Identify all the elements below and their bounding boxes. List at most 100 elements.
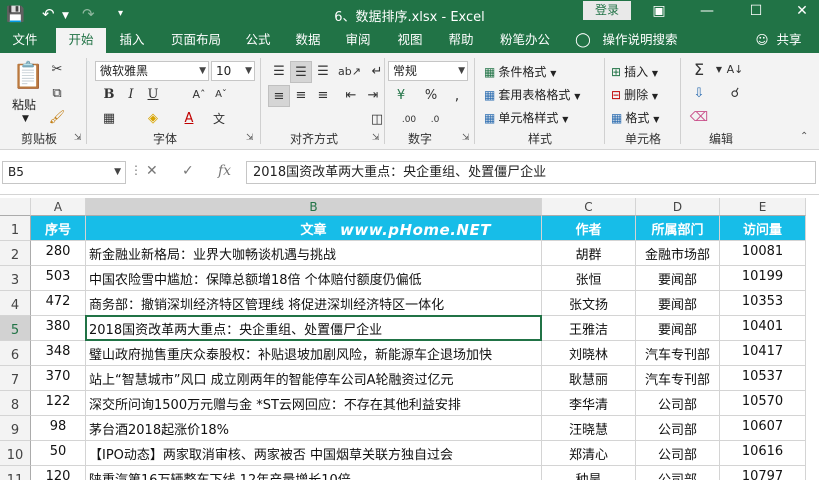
table-cell[interactable]: 要闻部 bbox=[636, 266, 720, 291]
tab-fenbi[interactable]: 粉笔办公 bbox=[495, 28, 555, 53]
tab-help[interactable]: 帮助 bbox=[441, 28, 481, 53]
table-cell[interactable]: 10797 bbox=[720, 466, 806, 480]
collapse-ribbon-icon[interactable]: ⌃ bbox=[800, 131, 808, 142]
table-cell[interactable]: 种昊 bbox=[542, 466, 636, 480]
tab-data[interactable]: 数据 bbox=[288, 28, 328, 53]
col-header-b[interactable]: B bbox=[86, 198, 542, 216]
table-cell[interactable]: 深交所问询1500万元赠与金 *ST云网回应：不存在其他利益安排 bbox=[86, 391, 542, 416]
table-cell[interactable]: 10199 bbox=[720, 266, 806, 291]
tab-home[interactable]: 开始 bbox=[56, 28, 106, 53]
align-right-icon[interactable]: ≡ bbox=[312, 85, 334, 107]
table-cell[interactable]: 张恒 bbox=[542, 266, 636, 291]
increase-indent-icon[interactable]: ⇥ bbox=[362, 85, 384, 107]
font-launcher-icon[interactable]: ⇲ bbox=[246, 133, 254, 143]
table-cell[interactable]: 472 bbox=[31, 291, 86, 316]
table-cell[interactable]: 【IPO动态】两家取消审核、两家被否 中国烟草关联方独自过会 bbox=[86, 441, 542, 466]
find-select-icon[interactable]: ☌ bbox=[724, 83, 746, 105]
copy-icon[interactable]: ⧉ bbox=[46, 83, 68, 105]
table-cell[interactable]: 璧山政府抛售重庆众泰股权：补贴退坡加剧风险，新能源车企退场加快 bbox=[86, 341, 542, 366]
decrease-font-icon[interactable]: Aˇ bbox=[210, 84, 232, 106]
table-cell[interactable]: 汪晓慧 bbox=[542, 416, 636, 441]
insert-function-icon[interactable]: fx bbox=[218, 163, 231, 179]
share-button[interactable]: 共享 bbox=[772, 28, 806, 53]
table-cell[interactable]: 50 bbox=[31, 441, 86, 466]
format-painter-icon[interactable]: 🖌 bbox=[46, 107, 68, 129]
table-cell[interactable]: 李华清 bbox=[542, 391, 636, 416]
minimize-icon[interactable]: — bbox=[697, 3, 717, 19]
row-header[interactable]: 9 bbox=[0, 416, 31, 441]
row-header[interactable]: 5 bbox=[0, 316, 31, 341]
row-header[interactable]: 3 bbox=[0, 266, 31, 291]
table-header-cell[interactable]: 所属部门 bbox=[636, 216, 720, 241]
table-cell[interactable]: 张文扬 bbox=[542, 291, 636, 316]
table-cell[interactable]: 中国农险雪中尴尬：保障总额增18倍 个体赔付额度仍偏低 bbox=[86, 266, 542, 291]
table-cell[interactable]: 10537 bbox=[720, 366, 806, 391]
tab-review[interactable]: 审阅 bbox=[338, 28, 378, 53]
col-header-e[interactable]: E bbox=[720, 198, 806, 216]
cell-styles-button[interactable]: ▦ 单元格样式 ▼ bbox=[484, 109, 568, 126]
table-cell[interactable]: 要闻部 bbox=[636, 316, 720, 341]
col-header-d[interactable]: D bbox=[636, 198, 720, 216]
table-cell[interactable]: 陕重汽第16万辆整车下线 12年产量增长10倍 bbox=[86, 466, 542, 480]
close-icon[interactable]: ✕ bbox=[792, 3, 812, 19]
tab-view[interactable]: 视图 bbox=[390, 28, 430, 53]
align-center-icon[interactable]: ≡ bbox=[290, 85, 312, 107]
name-box[interactable]: B5 ▼ bbox=[2, 161, 126, 184]
conditional-formatting-button[interactable]: ▦ 条件格式 ▼ bbox=[484, 63, 556, 80]
font-color-icon[interactable]: A bbox=[178, 108, 200, 130]
paste-dropdown-icon[interactable]: ▼ bbox=[22, 114, 29, 124]
accounting-format-icon[interactable]: ¥ bbox=[390, 85, 412, 107]
align-middle-icon[interactable]: ☰ bbox=[290, 61, 312, 83]
table-cell[interactable]: 10570 bbox=[720, 391, 806, 416]
table-cell[interactable]: 要闻部 bbox=[636, 291, 720, 316]
table-cell[interactable]: 汽车专刊部 bbox=[636, 341, 720, 366]
format-cells-button[interactable]: ▦ 格式 ▼ bbox=[611, 109, 659, 126]
cancel-icon[interactable]: ✕ bbox=[146, 163, 158, 179]
sort-filter-icon[interactable]: A↓ bbox=[724, 59, 746, 81]
table-cell[interactable]: 耿慧丽 bbox=[542, 366, 636, 391]
underline-icon[interactable]: U bbox=[142, 84, 164, 106]
table-cell[interactable]: 120 bbox=[31, 466, 86, 480]
decrease-indent-icon[interactable]: ⇤ bbox=[340, 85, 362, 107]
phonetic-icon[interactable]: 文 bbox=[208, 108, 230, 130]
table-cell[interactable]: 348 bbox=[31, 341, 86, 366]
number-format-select[interactable]: 常规 ▼ bbox=[388, 61, 468, 81]
row-header[interactable]: 6 bbox=[0, 341, 31, 366]
format-as-table-button[interactable]: ▦ 套用表格格式 ▼ bbox=[484, 86, 580, 103]
row-header[interactable]: 10 bbox=[0, 441, 31, 466]
row-header[interactable]: 11 bbox=[0, 466, 31, 480]
table-cell[interactable]: 站上“智慧城市”风口 成立刚两年的智能停车公司A轮融资过亿元 bbox=[86, 366, 542, 391]
decrease-decimal-icon[interactable]: .0 bbox=[424, 109, 446, 131]
table-cell[interactable]: 汽车专刊部 bbox=[636, 366, 720, 391]
maximize-icon[interactable]: ☐ bbox=[746, 3, 766, 19]
align-top-icon[interactable]: ☰ bbox=[268, 61, 290, 83]
percent-icon[interactable]: % bbox=[420, 85, 442, 107]
tab-insert[interactable]: 插入 bbox=[110, 28, 154, 53]
table-cell[interactable]: 商务部：撤销深圳经济特区管理线 将促进深圳经济特区一体化 bbox=[86, 291, 542, 316]
row-header[interactable]: 4 bbox=[0, 291, 31, 316]
cut-icon[interactable]: ✂ bbox=[46, 59, 68, 81]
enter-icon[interactable]: ✓ bbox=[182, 163, 194, 179]
table-cell[interactable]: 茅台酒2018起涨价18% bbox=[86, 416, 542, 441]
table-cell[interactable]: 胡群 bbox=[542, 241, 636, 266]
paste-icon[interactable]: 📋 bbox=[12, 61, 44, 91]
italic-icon[interactable]: I bbox=[120, 84, 142, 106]
table-header-cell[interactable]: 访问量 bbox=[720, 216, 806, 241]
font-name-select[interactable]: 微软雅黑 ▼ bbox=[95, 61, 209, 81]
table-cell[interactable]: 金融市场部 bbox=[636, 241, 720, 266]
table-cell[interactable]: 10401 bbox=[720, 316, 806, 341]
paste-button[interactable]: 粘贴 bbox=[12, 96, 36, 113]
table-cell[interactable]: 10417 bbox=[720, 341, 806, 366]
table-cell[interactable]: 122 bbox=[31, 391, 86, 416]
delete-cells-button[interactable]: ⊟ 删除 ▼ bbox=[611, 86, 658, 103]
table-cell[interactable]: 公司部 bbox=[636, 466, 720, 480]
comma-style-icon[interactable]: , bbox=[446, 85, 468, 107]
login-button[interactable]: 登录 bbox=[583, 1, 631, 20]
fill-color-icon[interactable]: ◈ bbox=[142, 108, 164, 130]
table-cell[interactable]: 98 bbox=[31, 416, 86, 441]
increase-font-icon[interactable]: Aˆ bbox=[188, 84, 210, 106]
tell-me-search[interactable]: 操作说明搜索 bbox=[598, 28, 682, 53]
table-header-cell[interactable]: 作者 bbox=[542, 216, 636, 241]
table-cell[interactable]: 380 bbox=[31, 316, 86, 341]
borders-icon[interactable]: ▦ bbox=[98, 108, 120, 130]
